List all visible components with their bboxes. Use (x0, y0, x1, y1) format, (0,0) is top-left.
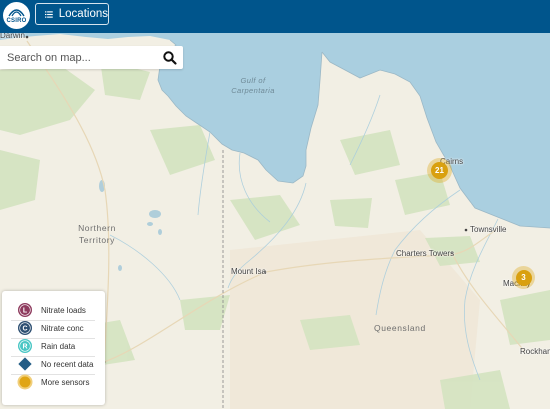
place-label-townsville: Townsville (470, 225, 507, 234)
more-sensors-icon (17, 374, 33, 390)
region-label-northern-territory: Northern Territory (78, 223, 116, 245)
map-search (0, 46, 183, 69)
legend-item-rain-data: R Rain data (2, 337, 105, 355)
place-label-charters-towers: Charters Towers (396, 249, 455, 258)
csiro-logo[interactable]: CSIRO (3, 2, 30, 29)
place-label-mount-isa: Mount Isa (231, 267, 267, 276)
sensor-cluster-mackay[interactable]: 3 (512, 266, 535, 289)
map-legend: L Nitrate loads C Nitrate conc R Rain da… (2, 291, 105, 405)
list-icon (45, 10, 53, 18)
cluster-count: 21 (431, 162, 448, 179)
legend-label: More sensors (41, 377, 90, 387)
locations-label: Locations (58, 8, 108, 20)
top-bar: CSIRO Locations (0, 0, 550, 33)
cluster-count: 3 (515, 269, 532, 286)
no-recent-data-icon (18, 357, 32, 371)
logo-text: CSIRO (6, 18, 27, 24)
svg-text:R: R (22, 344, 27, 351)
legend-label: Nitrate loads (41, 305, 86, 315)
legend-label: Rain data (41, 341, 76, 351)
search-icon[interactable] (162, 50, 178, 66)
legend-item-nitrate-conc: C Nitrate conc (2, 319, 105, 337)
sensor-cluster-cairns[interactable]: 21 (427, 158, 452, 183)
svg-text:L: L (23, 308, 28, 315)
legend-item-no-recent-data: No recent data (2, 355, 105, 373)
region-label-queensland: Queensland (374, 323, 426, 333)
search-input[interactable] (0, 46, 160, 69)
logo-mark-icon (8, 9, 25, 17)
legend-label: No recent data (41, 359, 94, 369)
legend-label: Nitrate conc (41, 323, 84, 333)
rain-data-icon: R (18, 339, 32, 353)
legend-item-more-sensors: More sensors (2, 373, 105, 391)
locations-button[interactable]: Locations (35, 3, 109, 25)
place-label-rockhampton: Rockham (520, 347, 550, 356)
legend-item-nitrate-loads: L Nitrate loads (2, 301, 105, 319)
nitrate-conc-icon: C (18, 321, 32, 335)
nitrate-loads-icon: L (18, 303, 32, 317)
water-label-gulf: Gulf of Carpentaria (231, 76, 275, 95)
svg-text:C: C (22, 326, 27, 333)
